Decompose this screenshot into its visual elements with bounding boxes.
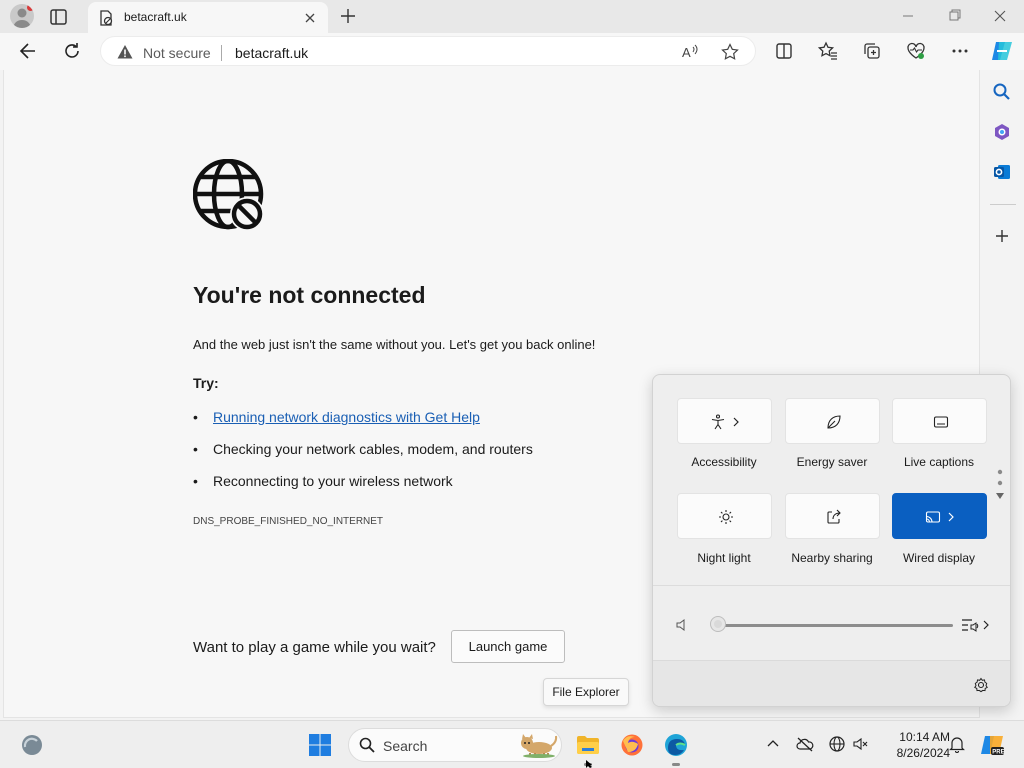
chevron-right-icon bbox=[730, 415, 742, 429]
notification-bell-icon[interactable] bbox=[948, 735, 966, 753]
error-code: DNS_PROBE_FINISHED_NO_INTERNET bbox=[193, 516, 384, 527]
page-title: You're not connected bbox=[193, 282, 426, 308]
warning-icon[interactable] bbox=[117, 44, 133, 60]
browser-essentials-icon[interactable] bbox=[906, 41, 926, 61]
firefox-icon[interactable] bbox=[620, 733, 644, 757]
clock-date: 8/26/2024 bbox=[896, 746, 950, 760]
file-explorer-tooltip: File Explorer bbox=[543, 678, 629, 706]
search-highlight-cat-icon bbox=[517, 732, 559, 758]
list-item: • Checking your network cables, modem, an… bbox=[193, 441, 533, 457]
accessibility-tile[interactable] bbox=[677, 398, 772, 444]
close-tab-icon[interactable] bbox=[302, 10, 318, 26]
search-icon bbox=[359, 737, 375, 753]
favorites-icon[interactable] bbox=[818, 41, 838, 61]
night-light-tile[interactable] bbox=[677, 493, 772, 539]
security-label[interactable]: Not secure bbox=[143, 45, 211, 61]
tile-label: Accessibility bbox=[691, 455, 757, 469]
energy-saver-tile[interactable] bbox=[785, 398, 880, 444]
file-explorer-icon[interactable] bbox=[576, 733, 600, 757]
share-icon bbox=[826, 509, 842, 525]
svg-text:A: A bbox=[682, 45, 691, 60]
tile-label: Energy saver bbox=[796, 455, 868, 469]
outlook-icon[interactable] bbox=[992, 162, 1012, 182]
minimize-icon[interactable] bbox=[898, 6, 918, 26]
taskbar-search[interactable]: Search bbox=[348, 728, 562, 762]
volume-muted-icon[interactable] bbox=[675, 618, 689, 632]
split-screen-icon[interactable] bbox=[774, 41, 794, 61]
close-window-icon[interactable] bbox=[990, 6, 1010, 26]
live-captions-tile[interactable] bbox=[892, 398, 987, 444]
sound-output-icon[interactable] bbox=[961, 616, 991, 634]
copilot-pre-icon[interactable]: PRE bbox=[980, 733, 1004, 757]
refresh-icon[interactable] bbox=[62, 41, 82, 61]
no-internet-globe-icon bbox=[193, 159, 267, 233]
search-icon[interactable] bbox=[992, 82, 1012, 102]
tile-label: Night light bbox=[697, 551, 751, 565]
cast-icon bbox=[925, 509, 941, 525]
chevron-right-icon bbox=[945, 510, 957, 524]
tab-betacraft[interactable]: betacraft.uk bbox=[88, 2, 328, 33]
more-options-icon[interactable] bbox=[950, 41, 970, 61]
captions-icon bbox=[933, 414, 949, 430]
onedrive-offline-icon[interactable] bbox=[796, 735, 814, 753]
copilot-icon[interactable] bbox=[990, 39, 1014, 63]
collections-icon[interactable] bbox=[862, 41, 882, 61]
browser-toolbar: Not secure betacraft.uk A bbox=[0, 33, 1024, 70]
read-aloud-icon[interactable]: A bbox=[681, 43, 699, 61]
launch-game-button[interactable]: Launch game bbox=[451, 630, 565, 663]
copilot-sidebar-icon[interactable] bbox=[992, 122, 1012, 142]
favorite-star-icon[interactable] bbox=[721, 43, 739, 61]
page-subtitle: And the web just isn't the same without … bbox=[193, 337, 596, 352]
nearby-sharing-tile[interactable] bbox=[785, 493, 880, 539]
restore-icon[interactable] bbox=[944, 6, 964, 26]
suggestion-text: Checking your network cables, modem, and… bbox=[213, 441, 533, 457]
leaf-icon bbox=[826, 414, 842, 430]
quick-settings-footer bbox=[653, 660, 1010, 706]
tab-strip: betacraft.uk bbox=[0, 0, 1024, 33]
suggestion-text: Reconnecting to your wireless network bbox=[213, 473, 453, 489]
divider bbox=[653, 585, 1010, 586]
chevron-up-icon[interactable] bbox=[764, 735, 782, 753]
mouse-cursor bbox=[586, 760, 592, 768]
svg-text:PRE: PRE bbox=[992, 750, 1004, 756]
volume-slider-track[interactable] bbox=[715, 624, 953, 627]
start-icon[interactable] bbox=[308, 733, 332, 757]
back-icon[interactable] bbox=[18, 41, 38, 61]
wired-display-tile[interactable] bbox=[892, 493, 987, 539]
divider bbox=[221, 45, 222, 61]
volume-slider-thumb[interactable] bbox=[711, 617, 725, 631]
quick-settings-panel: Accessibility Energy saver Live captions… bbox=[652, 374, 1011, 707]
profile-avatar[interactable] bbox=[10, 4, 34, 28]
page-error-icon bbox=[98, 10, 114, 26]
tile-label: Nearby sharing bbox=[791, 551, 873, 565]
add-icon[interactable] bbox=[992, 226, 1012, 246]
clock-time: 10:14 AM bbox=[899, 730, 950, 744]
page-indicator[interactable] bbox=[996, 469, 1004, 509]
try-label: Try: bbox=[193, 375, 219, 391]
url-text[interactable]: betacraft.uk bbox=[235, 45, 308, 61]
system-clock[interactable]: 10:14 AM 8/26/2024 bbox=[878, 729, 950, 761]
edge-icon[interactable] bbox=[664, 733, 688, 757]
tile-label: Wired display bbox=[902, 551, 976, 565]
gear-icon[interactable] bbox=[973, 677, 989, 693]
network-diagnostics-link[interactable]: Running network diagnostics with Get Hel… bbox=[213, 409, 480, 425]
taskbar: Search 10:14 AM 8/26/2024 PRE bbox=[0, 720, 1024, 768]
list-item: • Running network diagnostics with Get He… bbox=[193, 409, 480, 425]
list-item: • Reconnecting to your wireless network bbox=[193, 473, 453, 489]
search-placeholder: Search bbox=[383, 738, 428, 754]
address-bar[interactable]: Not secure betacraft.uk A bbox=[100, 36, 756, 66]
network-globe-icon[interactable] bbox=[828, 735, 846, 753]
divider bbox=[990, 204, 1016, 205]
tile-label: Live captions bbox=[903, 455, 975, 469]
tab-actions-icon[interactable] bbox=[48, 6, 70, 28]
new-tab-icon[interactable] bbox=[339, 7, 357, 25]
widgets-icon[interactable] bbox=[20, 733, 44, 757]
accessibility-icon bbox=[710, 414, 726, 430]
volume-muted-icon[interactable] bbox=[852, 735, 870, 753]
game-prompt: Want to play a game while you wait? bbox=[193, 639, 436, 656]
sun-icon bbox=[718, 509, 734, 525]
running-indicator bbox=[672, 763, 680, 766]
tab-title: betacraft.uk bbox=[124, 10, 187, 24]
